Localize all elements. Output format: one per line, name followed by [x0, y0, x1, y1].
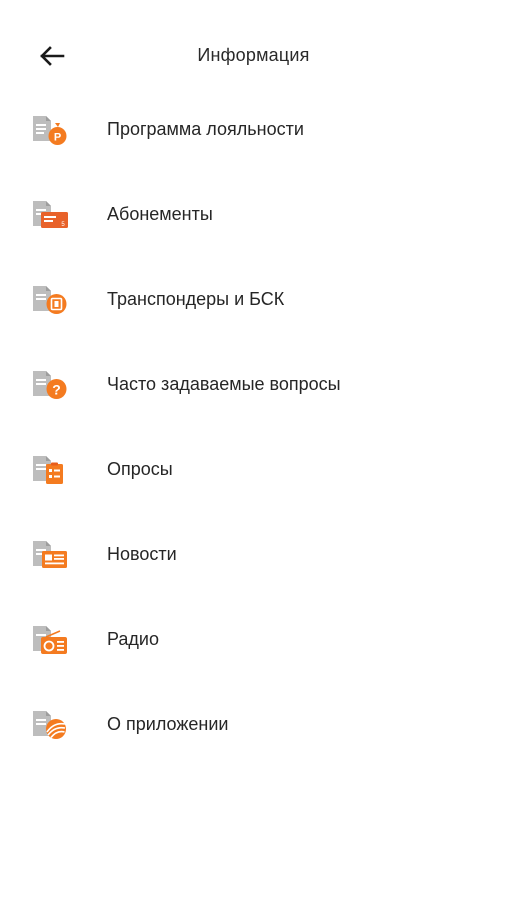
menu-item-faq[interactable]: ? Часто задаваемые вопросы	[0, 342, 507, 427]
faq-question-icon: ?	[33, 371, 67, 399]
menu-item-subscriptions[interactable]: 5 Абонементы	[0, 172, 507, 257]
svg-text:Р: Р	[54, 132, 61, 144]
menu-item-loyalty[interactable]: Р Программа лояльности	[0, 87, 507, 172]
menu-item-label: Абонементы	[107, 204, 213, 224]
menu-item-news[interactable]: Новости	[0, 512, 507, 597]
about-app-logo-icon	[33, 711, 66, 739]
menu-item-label: Радио	[107, 629, 159, 649]
survey-clipboard-icon	[33, 456, 63, 484]
transponder-icon	[33, 286, 67, 314]
menu-item-about[interactable]: О приложении	[0, 682, 507, 767]
svg-text:?: ?	[52, 382, 61, 398]
news-newspaper-icon	[33, 541, 67, 568]
page-title: Информация	[197, 45, 310, 65]
radio-icon	[33, 626, 67, 654]
menu-item-label: Новости	[107, 544, 177, 564]
menu-item-label: Опросы	[107, 459, 173, 479]
menu-item-label: Транспондеры и БСК	[107, 289, 285, 309]
menu-item-label: О приложении	[107, 714, 229, 734]
menu-item-radio[interactable]: Радио	[0, 597, 507, 682]
menu-item-transponders[interactable]: Транспондеры и БСК	[0, 257, 507, 342]
menu-item-surveys[interactable]: Опросы	[0, 427, 507, 512]
subscription-ticket-icon: 5	[33, 201, 68, 228]
info-menu: Р Программа лояльности 5 Абонементы Тран…	[0, 87, 507, 767]
loyalty-bag-icon: Р	[33, 116, 67, 145]
menu-item-label: Часто задаваемые вопросы	[107, 374, 341, 394]
info-screen: Информация Р Программа лояльности 5 Абон…	[0, 0, 507, 900]
menu-item-label: Программа лояльности	[107, 119, 304, 139]
